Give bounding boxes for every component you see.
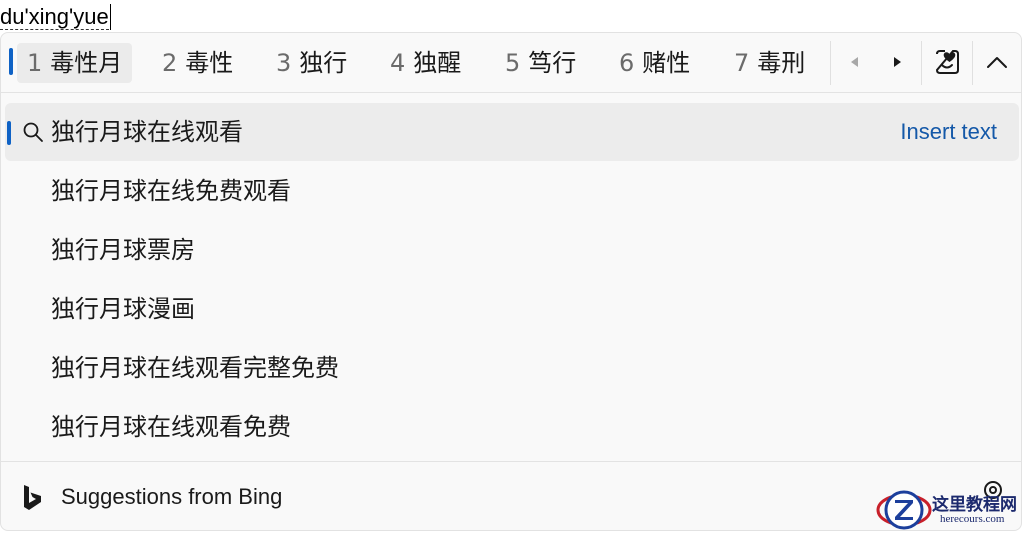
- suggestion-item[interactable]: 独行月球在线观看 Insert text: [5, 103, 1019, 161]
- candidate-bar: 1 毒性月 2 毒性 3 独行 4 独醒 5 笃行 6 赌性 7 毒刑: [1, 33, 1021, 93]
- candidate-2[interactable]: 2 毒性: [162, 43, 243, 83]
- divider: [921, 41, 922, 85]
- watermark-title: 这里教程网: [932, 495, 1017, 515]
- suggestion-text: 独行月球在线观看: [51, 118, 243, 146]
- collapse-button[interactable]: [978, 43, 1016, 81]
- candidate-text: 独醒: [413, 49, 462, 77]
- candidate-5[interactable]: 5 笃行: [505, 43, 586, 83]
- site-watermark: 这里教程网 herecours.com: [876, 488, 1022, 532]
- candidate-7[interactable]: 7 毒刑: [734, 43, 815, 83]
- suggestions-source-label: Suggestions from Bing: [61, 484, 283, 509]
- suggestion-text: 独行月球在线免费观看: [51, 177, 291, 205]
- candidate-number: 4: [390, 49, 406, 77]
- suggestion-item[interactable]: 独行月球票房: [5, 221, 1019, 279]
- triangle-right-icon: [894, 57, 901, 67]
- insert-text-button[interactable]: Insert text: [900, 103, 997, 161]
- selection-indicator: [7, 121, 11, 145]
- emoji-panel-button[interactable]: [928, 43, 966, 81]
- candidate-text: 毒刑: [757, 49, 806, 77]
- next-page-button[interactable]: [878, 43, 916, 81]
- candidate-number: 7: [734, 49, 750, 77]
- candidate-text: 独行: [299, 49, 348, 77]
- selection-indicator: [9, 48, 13, 75]
- divider: [830, 41, 831, 85]
- composition-string: du'xing'yue: [0, 2, 111, 32]
- suggestion-text: 独行月球票房: [51, 236, 195, 264]
- pinyin-text: du'xing'yue: [0, 3, 109, 30]
- ime-candidate-panel: 1 毒性月 2 毒性 3 独行 4 独醒 5 笃行 6 赌性 7 毒刑 独行月球…: [0, 32, 1022, 531]
- suggestion-text: 独行月球在线观看完整免费: [51, 354, 339, 382]
- candidate-text: 毒性: [185, 49, 234, 77]
- bing-logo-icon: [24, 485, 41, 510]
- candidate-text: 毒性月: [50, 49, 123, 77]
- candidate-1[interactable]: 1 毒性月: [17, 43, 133, 83]
- prev-page-button[interactable]: [836, 43, 874, 81]
- suggestion-item[interactable]: 独行月球在线免费观看: [5, 162, 1019, 220]
- candidate-3[interactable]: 3 独行: [276, 43, 357, 83]
- suggestion-item[interactable]: 独行月球漫画: [5, 280, 1019, 338]
- candidate-number: 5: [505, 49, 521, 77]
- watermark-logo-icon: [876, 490, 932, 530]
- search-icon: [23, 122, 43, 142]
- candidate-number: 3: [276, 49, 292, 77]
- divider: [972, 41, 973, 85]
- candidate-number: 6: [619, 49, 635, 77]
- candidate-4[interactable]: 4 独醒: [390, 43, 471, 83]
- candidate-number: 2: [162, 49, 178, 77]
- suggestion-text: 独行月球漫画: [51, 295, 195, 323]
- triangle-left-icon: [851, 57, 858, 67]
- candidate-text: 赌性: [642, 49, 691, 77]
- candidate-number: 1: [27, 49, 43, 77]
- suggestion-text: 独行月球在线观看免费: [51, 413, 291, 441]
- suggestion-item[interactable]: 独行月球在线观看免费: [5, 398, 1019, 456]
- emoji-heart-icon: [935, 50, 959, 74]
- candidate-text: 笃行: [528, 49, 577, 77]
- candidate-6[interactable]: 6 赌性: [619, 43, 700, 83]
- suggestions-footer: Suggestions from Bing: [1, 461, 1021, 530]
- watermark-url: herecours.com: [940, 513, 1005, 525]
- chevron-up-icon: [987, 57, 1007, 68]
- suggestion-item[interactable]: 独行月球在线观看完整免费: [5, 339, 1019, 397]
- text-caret: [109, 4, 111, 30]
